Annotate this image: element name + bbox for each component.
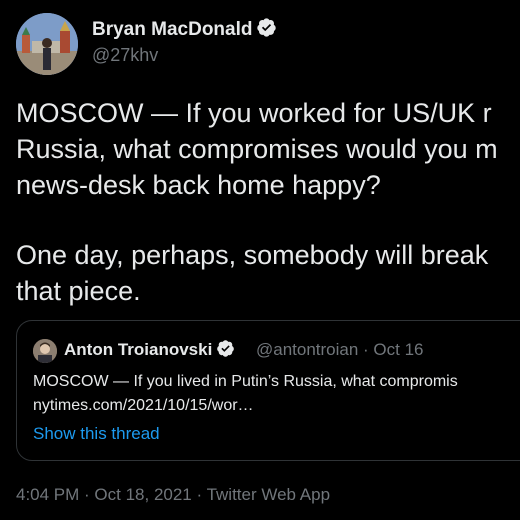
quoted-author-handle-date[interactable]: @antontroian · Oct 16	[256, 340, 424, 360]
tweet-meta: 4:04 PM · Oct 18, 2021 · Twitter Web App	[16, 485, 330, 505]
author-handle[interactable]: @27khv	[92, 45, 158, 66]
meta-separator: ·	[191, 485, 207, 504]
quoted-text-link[interactable]: nytimes.com/2021/10/15/wor…	[33, 394, 458, 418]
verified-badge-icon	[257, 18, 277, 37]
tweet-time[interactable]: 4:04 PM	[16, 485, 79, 504]
tweet: Bryan MacDonald @27khv MOSCOW — If you w…	[0, 0, 520, 520]
meta-separator: ·	[79, 485, 95, 504]
tweet-text-line: that piece.	[16, 276, 141, 306]
author-name-text: Bryan MacDonald	[92, 19, 253, 40]
author-avatar[interactable]	[16, 13, 78, 75]
quoted-text-line: MOSCOW — If you lived in Putin’s Russia,…	[33, 373, 458, 390]
tweet-text: MOSCOW — If you worked for US/UK r Russi…	[16, 95, 520, 309]
profile-photo-icon	[33, 339, 57, 363]
show-thread-link[interactable]: Show this thread	[33, 424, 160, 444]
tweet-date[interactable]: Oct 18, 2021	[94, 485, 191, 504]
profile-photo-icon	[16, 13, 78, 75]
quoted-author-avatar[interactable]	[33, 339, 57, 363]
tweet-text-line: news-desk back home happy?	[16, 170, 381, 200]
quoted-author-name-text: Anton Troianovski	[64, 340, 213, 359]
tweet-text-line: MOSCOW — If you worked for US/UK r	[16, 98, 492, 128]
tweet-text-line: One day, perhaps, somebody will break	[16, 240, 489, 270]
tweet-text-line: Russia, what compromises would you m	[16, 134, 498, 164]
quoted-tweet-card[interactable]: Anton Troianovski @antontroian · Oct 16 …	[16, 320, 520, 461]
verified-badge-icon	[217, 340, 235, 357]
tweet-source[interactable]: Twitter Web App	[207, 485, 330, 504]
quoted-tweet-text: MOSCOW — If you lived in Putin’s Russia,…	[33, 370, 458, 418]
author-display-name[interactable]: Bryan MacDonald	[92, 17, 277, 41]
quoted-author-display-name[interactable]: Anton Troianovski	[64, 339, 235, 360]
